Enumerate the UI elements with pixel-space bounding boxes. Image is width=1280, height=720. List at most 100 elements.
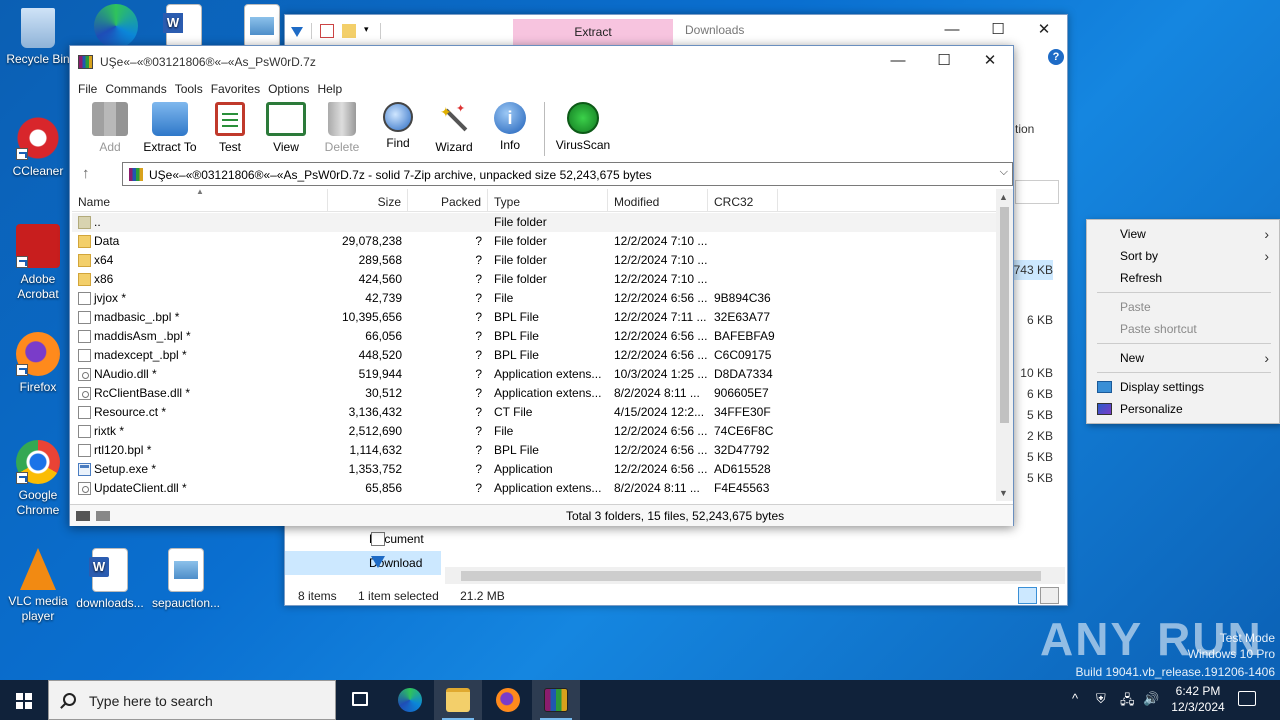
- menu-item-personalize[interactable]: Personalize: [1087, 398, 1279, 420]
- extract-to-button[interactable]: Extract To: [138, 100, 202, 160]
- column-header-packed[interactable]: Packed: [408, 189, 488, 212]
- virusscan-button[interactable]: VirusScan: [551, 100, 615, 160]
- desktop-icon-downloads-doc[interactable]: W downloads...: [72, 548, 148, 611]
- add-button[interactable]: Add: [82, 100, 138, 160]
- taskbar-firefox[interactable]: [484, 680, 532, 720]
- chevron-right-icon: ›: [1264, 350, 1269, 366]
- search-box[interactable]: [1015, 180, 1059, 204]
- column-header-type[interactable]: Type: [488, 189, 608, 212]
- nav-item-downloads[interactable]: Download: [285, 551, 441, 575]
- file-type: Application extens...: [494, 367, 602, 381]
- menu-help[interactable]: Help: [317, 78, 350, 100]
- chevron-down-icon[interactable]: ⌵: [1000, 166, 1008, 179]
- maximize-button[interactable]: ☐: [921, 46, 967, 76]
- network-icon[interactable]: 🖧: [1120, 691, 1135, 713]
- start-button[interactable]: [0, 680, 48, 720]
- desktop-icon-vlc[interactable]: VLC media player: [0, 548, 76, 624]
- ribbon-tab-extract[interactable]: Extract: [513, 19, 673, 46]
- wizard-button[interactable]: ✦ ✦ Wizard: [426, 100, 482, 160]
- table-row[interactable]: Data 29,078,238? File folder 12/2/2024 7:10…: [72, 232, 996, 251]
- winrar-window[interactable]: UŞe«–«®03121806®«–«As_PsW0rD.7z — ☐ ✕ Fi…: [69, 45, 1014, 526]
- table-row[interactable]: RcClientBase.dll * 30,512? Application ext…: [72, 384, 996, 403]
- desktop-icon-firefox[interactable]: Firefox: [0, 332, 76, 395]
- new-folder-icon[interactable]: [342, 24, 356, 38]
- find-button[interactable]: Find: [370, 100, 426, 160]
- table-row[interactable]: madexcept_.bpl * 448,520? BPL File 12/2/202…: [72, 346, 996, 365]
- archive-path-field[interactable]: UŞe«–«®03121806®«–«As_PsW0rD.7z - solid …: [122, 162, 1013, 186]
- menu-file[interactable]: File: [78, 78, 105, 100]
- table-row[interactable]: jvjox * 42,739? File 12/2/2024 6:56 ... 9B89…: [72, 289, 996, 308]
- menu-item-display-settings[interactable]: Display settings: [1087, 376, 1279, 398]
- table-row[interactable]: rtl120.bpl * 1,114,632? BPL File 12/2/2024 …: [72, 441, 996, 460]
- close-button[interactable]: ✕: [1021, 15, 1067, 45]
- properties-icon[interactable]: [320, 24, 334, 38]
- table-row[interactable]: UpdateClient.dll * 65,856? Application ext…: [72, 479, 996, 498]
- menu-tools[interactable]: Tools: [175, 78, 211, 100]
- desktop-icon-google-chrome[interactable]: Google Chrome: [0, 440, 76, 518]
- vertical-scrollbar[interactable]: ▲ ▼: [996, 189, 1013, 501]
- horizontal-scrollbar[interactable]: [445, 567, 1065, 584]
- maximize-button[interactable]: ☐: [975, 15, 1021, 45]
- minimize-button[interactable]: —: [929, 15, 975, 45]
- table-row[interactable]: maddisAsm_.bpl * 66,056? BPL File 12/2/2024…: [72, 327, 996, 346]
- minimize-button[interactable]: —: [875, 46, 921, 76]
- info-button[interactable]: i Info: [482, 100, 538, 160]
- column-header-crc32[interactable]: CRC32: [708, 189, 778, 212]
- customize-qa-icon[interactable]: ▾: [364, 24, 372, 38]
- up-arrow-icon[interactable]: ↑: [82, 165, 90, 182]
- show-hidden-icons[interactable]: ^: [1072, 691, 1078, 706]
- table-row[interactable]: x64 289,568? File folder 12/2/2024 7:10 ...: [72, 251, 996, 270]
- view-button[interactable]: View: [258, 100, 314, 160]
- file-crc32: 906605E7: [714, 386, 769, 400]
- nav-item-documents[interactable]: Document: [285, 527, 441, 551]
- delete-button[interactable]: Delete: [314, 100, 370, 160]
- menu-options[interactable]: Options: [268, 78, 317, 100]
- table-row[interactable]: rixtk * 2,512,690? File 12/2/2024 6:56 ... 7…: [72, 422, 996, 441]
- taskbar-clock[interactable]: 6:42 PM 12/3/2024: [1162, 683, 1234, 715]
- table-row[interactable]: madbasic_.bpl * 10,395,656? BPL File 12/2/2…: [72, 308, 996, 327]
- desktop-icon-recycle-bin[interactable]: Recycle Bin: [0, 8, 76, 67]
- column-header-modified[interactable]: Modified: [608, 189, 708, 212]
- taskbar-search[interactable]: Type here to search: [48, 680, 336, 720]
- taskbar-edge[interactable]: [386, 680, 434, 720]
- menu-favorites[interactable]: Favorites: [211, 78, 268, 100]
- menu-item-paste-shortcut[interactable]: Paste shortcut: [1087, 318, 1279, 340]
- table-row[interactable]: NAudio.dll * 519,944? Application extens..…: [72, 365, 996, 384]
- file-name: madexcept_.bpl *: [72, 346, 328, 365]
- scroll-down-icon[interactable]: ▼: [999, 488, 1008, 498]
- file-type: File folder: [494, 272, 547, 286]
- winrar-titlebar[interactable]: UŞe«–«®03121806®«–«As_PsW0rD.7z — ☐ ✕: [70, 46, 1013, 78]
- taskbar-winrar[interactable]: [532, 680, 580, 720]
- desktop-icon-sepauction[interactable]: sepauction...: [148, 548, 224, 611]
- menu-commands[interactable]: Commands: [105, 78, 174, 100]
- scroll-up-icon[interactable]: ▲: [999, 192, 1008, 202]
- document-icon: [371, 532, 385, 546]
- taskbar-file-explorer[interactable]: [434, 680, 482, 720]
- table-row[interactable]: .. File folder: [72, 213, 996, 232]
- menu-item-paste[interactable]: Paste: [1087, 296, 1279, 318]
- details-view-icon[interactable]: [1018, 587, 1037, 604]
- desktop-icon-adobe-acrobat[interactable]: Adobe Acrobat: [0, 224, 76, 302]
- explorer-titlebar[interactable]: ▾ Extract Downloads — ☐ ✕: [285, 15, 1067, 47]
- table-row[interactable]: x86 424,560? File folder 12/2/2024 7:10 ...: [72, 270, 996, 289]
- help-icon[interactable]: ?: [1048, 49, 1064, 65]
- table-row[interactable]: Resource.ct * 3,136,432? CT File 4/15/2024 …: [72, 403, 996, 422]
- notifications-icon[interactable]: [1238, 691, 1256, 706]
- test-button[interactable]: Test: [202, 100, 258, 160]
- volume-icon[interactable]: 🔊: [1143, 691, 1159, 707]
- chrome-icon: [16, 440, 60, 484]
- scroll-thumb[interactable]: [1000, 207, 1009, 423]
- security-icon[interactable]: ⛨: [1096, 691, 1106, 707]
- large-icons-view-icon[interactable]: [1040, 587, 1059, 604]
- desktop-icon-ccleaner[interactable]: CCleaner: [0, 116, 76, 179]
- task-view-button[interactable]: [336, 680, 384, 720]
- table-row[interactable]: Setup.exe * 1,353,752? Application 12/2/202…: [72, 460, 996, 479]
- menu-item-sort-by[interactable]: Sort by ›: [1087, 245, 1279, 267]
- scroll-thumb[interactable]: [461, 571, 1041, 581]
- close-button[interactable]: ✕: [967, 46, 1013, 76]
- menu-item-refresh[interactable]: Refresh: [1087, 267, 1279, 289]
- column-header-size[interactable]: Size: [328, 189, 408, 212]
- menu-item-view[interactable]: View ›: [1087, 223, 1279, 245]
- download-arrow-icon[interactable]: [291, 27, 303, 37]
- menu-item-new[interactable]: New ›: [1087, 347, 1279, 369]
